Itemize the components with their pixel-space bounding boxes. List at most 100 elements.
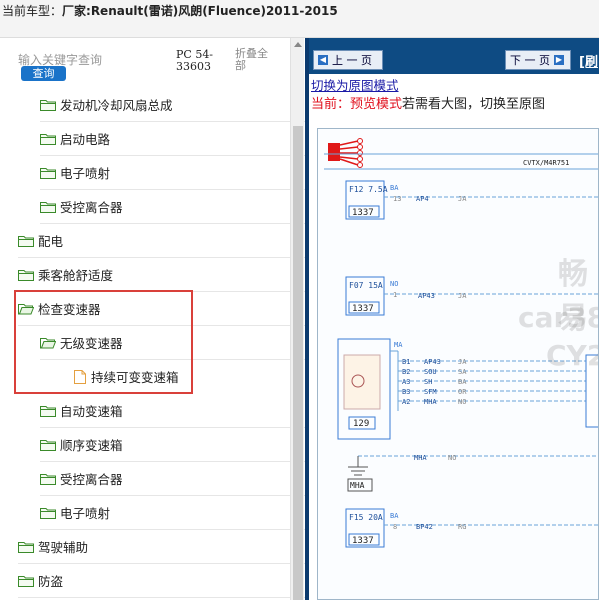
module-color-label: SA [458, 368, 467, 376]
fuse-f07-label: F07 15A [349, 281, 383, 290]
module-net-label: SFM [424, 388, 437, 396]
tree-item-label: 发动机冷却风扇总成 [60, 98, 173, 113]
tree-item-label: 自动变速箱 [60, 404, 123, 419]
pc-code: PC 54-33603 [176, 48, 214, 73]
prev-page-button[interactable]: ◀ 上 一 页 [313, 50, 383, 70]
next-page-label: 下 一 页 [510, 54, 550, 67]
fuse-f15-color: RG [458, 523, 466, 531]
fuse-f15-label: F15 20A [349, 513, 383, 522]
tree-item-label: 受控离合器 [60, 472, 123, 487]
fuse-f15: F15 20A 1337 BA 8 BP42 RG [345, 508, 598, 548]
ground-label: MHA [350, 481, 365, 490]
folder-icon [18, 269, 38, 281]
tree-item[interactable]: 发动机冷却风扇总成 [40, 88, 310, 122]
folder-icon [40, 99, 60, 111]
fuse-f07-wire: NO [390, 280, 398, 288]
fuse-f12-net: AP4 [416, 195, 429, 203]
folder-icon [40, 133, 60, 145]
tree-item-label: 乘客舱舒适度 [38, 268, 114, 283]
tree-item[interactable]: 电子喷射 [40, 496, 310, 530]
module-pin-label: B2 [402, 368, 410, 376]
fuse-f07-color: JA [458, 292, 467, 300]
preview-mode-label: 当前：预览模式 [311, 97, 403, 112]
fuse-f15-pin: 8 [393, 523, 397, 531]
watermark-text-2: car388 [518, 301, 598, 334]
tree-item[interactable]: 乘客舱舒适度 [18, 258, 308, 292]
viewer-panel: ◀ 上 一 页 下 一 页 ▶ [刷 切换为原图模式 当前：预览模式若需看大图，… [305, 38, 599, 600]
tree-item[interactable]: 防盗 [18, 564, 308, 598]
fuse-f12-box: 1337 [352, 208, 374, 218]
folder-icon [40, 405, 60, 417]
module-pin-label: B1 [402, 358, 410, 366]
prev-page-label: 上 一 页 [332, 54, 372, 67]
fuse-f15-wire: BA [390, 512, 399, 520]
fuse-f07-pin: 1 [393, 291, 397, 299]
fold-all-link[interactable]: 折叠全部 [235, 48, 275, 72]
fuse-f07-net: AP43 [418, 292, 435, 300]
current-vehicle: 当前车型：厂家:Renault(雷诺)风朗(Fluence)2011-2015 [2, 2, 338, 19]
tree-item-label: 防盗 [38, 574, 64, 589]
tree-item-label: 配电 [38, 234, 64, 249]
folder-icon [18, 235, 38, 247]
tree-item-label: 启动电路 [60, 132, 111, 147]
arrow-left-icon: ◀ [318, 55, 328, 65]
tree-item-label: 电子喷射 [60, 506, 111, 521]
module-wire: MA [394, 341, 403, 349]
tree-item-label: 驾驶辅助 [38, 540, 89, 555]
module-net-label: SOU [424, 368, 437, 376]
current-vehicle-prefix: 当前车型： [2, 4, 63, 18]
preview-mode-hint: 若需看大图，切换至原图 [402, 97, 546, 112]
top-bar: 当前车型：厂家:Renault(雷诺)风朗(Fluence)2011-2015 [0, 0, 599, 38]
module-129: 129 MA [337, 338, 403, 440]
next-page-button[interactable]: 下 一 页 ▶ [505, 50, 571, 70]
tree-item[interactable]: 受控离合器 [40, 190, 310, 224]
folder-icon [40, 473, 60, 485]
current-vehicle-name: 厂家:Renault(雷诺)风朗(Fluence)2011-2015 [62, 4, 338, 18]
module-net-label: AP43 [424, 358, 441, 366]
scroll-up-arrow-icon[interactable] [294, 42, 302, 47]
fuse-f12-wire: BA [390, 184, 399, 192]
module-color-label: OR [458, 388, 467, 396]
ground-mha: MHA MHA NO [347, 454, 598, 492]
switch-original-link[interactable]: 切换为原图模式 [311, 75, 399, 94]
tree-item[interactable]: 配电 [18, 224, 308, 258]
tree-item[interactable]: 受控离合器 [40, 462, 310, 496]
fuse-f07-box: 1337 [352, 304, 374, 314]
viewer-navbar: ◀ 上 一 页 下 一 页 ▶ [刷 [309, 38, 599, 74]
module-net-label: MHA [424, 398, 437, 406]
folder-icon [40, 201, 60, 213]
tree-item[interactable]: 电子喷射 [40, 156, 310, 190]
module-net-label: SH [424, 378, 432, 386]
connector-icon [328, 138, 363, 168]
module-pin-label: B3 [402, 388, 410, 396]
arrow-right-icon: ▶ [554, 55, 564, 65]
folder-icon [18, 541, 38, 553]
folder-icon [18, 575, 38, 587]
folder-icon [40, 439, 60, 451]
tree-item-label: 顺序变速箱 [60, 438, 123, 453]
refresh-link[interactable]: [刷 [579, 51, 598, 70]
selection-highlight-box [14, 290, 193, 394]
folder-icon [40, 507, 60, 519]
fuse-f12-pin: 13 [393, 195, 401, 203]
module-color-label: JA [458, 358, 467, 366]
tree-item-label: 受控离合器 [60, 200, 123, 215]
tree-item[interactable]: 顺序变速箱 [40, 428, 310, 462]
tree-item[interactable]: 启动电路 [40, 122, 310, 156]
wiring-diagram[interactable]: CVTX/M4R751 F12 7.5A 1337 BA 13 AP4 JA F… [317, 128, 599, 600]
watermark-text-3: CY2 [546, 339, 598, 372]
fuse-f12-color: JA [458, 195, 467, 203]
ground-net: MHA [414, 454, 427, 462]
module-color-label: NO [458, 398, 466, 406]
fuse-f12: F12 7.5A 1337 BA 13 AP4 JA [345, 180, 598, 220]
tree-item[interactable]: 自动变速箱 [40, 394, 310, 428]
tree-item[interactable]: 驾驶辅助 [18, 530, 308, 564]
left-scrollbar[interactable] [290, 38, 304, 600]
fuse-f15-net: BP42 [416, 523, 433, 531]
module-color-label: BA [458, 378, 467, 386]
fuse-f15-box: 1337 [352, 536, 374, 546]
ground-color: NO [448, 454, 456, 462]
search-button[interactable]: 查询 [21, 66, 66, 81]
fuse-f12-label: F12 7.5A [349, 185, 388, 194]
scrollbar-thumb[interactable] [293, 126, 303, 600]
